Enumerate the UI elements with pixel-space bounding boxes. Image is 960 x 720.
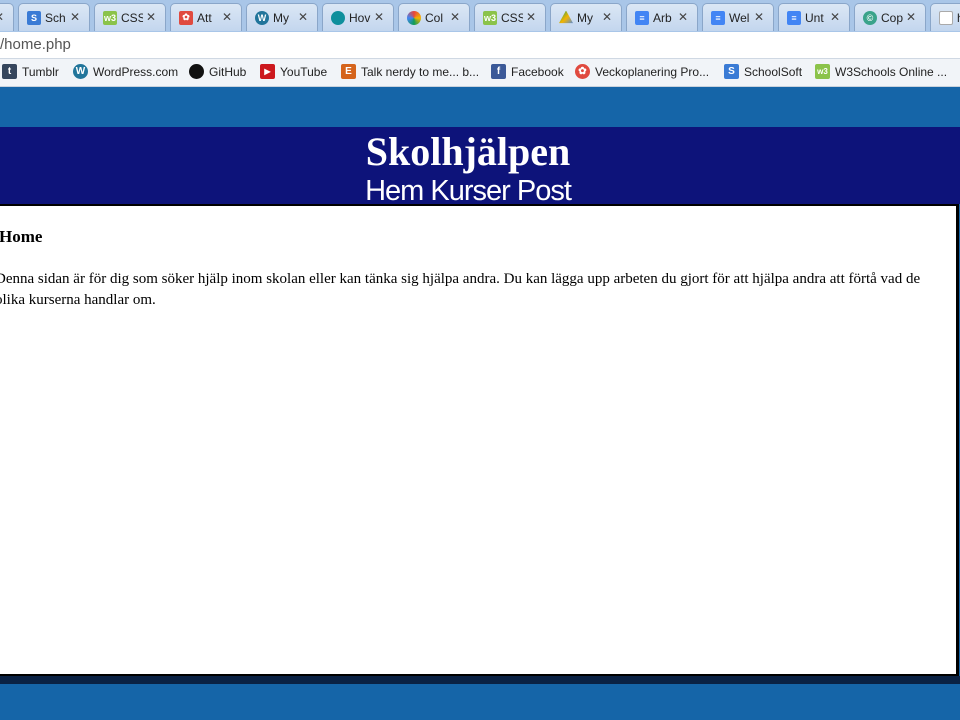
globe-icon: [331, 10, 345, 25]
web-page: Skolhjälpen Hem Kurser Post Home Denna s…: [0, 87, 960, 720]
browser-tab-strip: ✕ S Sch ✕ w3 CSS ✕ ✿ Att ✕ W My ✕ Hov ✕ …: [0, 0, 960, 32]
youtube-icon: ▶: [260, 64, 275, 79]
close-icon[interactable]: ✕: [906, 10, 916, 24]
w3schools-icon: w3: [103, 10, 117, 25]
close-icon[interactable]: ✕: [526, 10, 536, 24]
tab-label: My: [577, 10, 593, 25]
w3schools-icon: w3: [815, 64, 830, 79]
tab-label: My: [273, 10, 289, 25]
browser-tab[interactable]: ≡ Arb ✕: [626, 3, 698, 31]
tab-label: Arb: [653, 10, 672, 25]
google-docs-icon: ≡: [711, 10, 725, 25]
close-icon[interactable]: ✕: [830, 10, 840, 24]
browser-tab[interactable]: ✿ Att ✕: [170, 3, 242, 31]
bookmark-w3schools[interactable]: w3 W3Schools Online ...: [815, 64, 947, 79]
site-nav: Hem Kurser Post: [0, 176, 936, 206]
browser-tab[interactable]: Col ✕: [398, 3, 470, 31]
content-body: Denna sidan är för dig som söker hjälp i…: [0, 271, 921, 308]
page-icon: [939, 10, 953, 25]
browser-tab[interactable]: © Cop ✕: [854, 3, 926, 31]
tab-label: Unt: [805, 10, 824, 25]
paw-icon: ✿: [179, 10, 193, 25]
tab-label: Cop: [881, 10, 903, 25]
bookmark-label: GitHub: [209, 64, 247, 79]
site-header: Skolhjälpen Hem Kurser Post: [0, 127, 960, 206]
content-heading: Home: [0, 227, 43, 246]
bookmark-label: W3Schools Online ...: [835, 64, 948, 79]
browser-tab[interactable]: ≡ Wel ✕: [702, 3, 774, 31]
tab-label: CSS: [501, 10, 523, 25]
bookmark-tumblr[interactable]: t Tumblr: [2, 64, 59, 79]
browser-tab[interactable]: w3 CSS ✕: [474, 3, 546, 31]
github-icon: [189, 64, 204, 79]
bookmark-github[interactable]: GitHub: [189, 64, 246, 79]
close-icon[interactable]: ✕: [678, 10, 688, 24]
copy-icon: ©: [863, 10, 877, 25]
bookmark-label: Facebook: [511, 64, 564, 79]
tumblr-icon: t: [2, 64, 17, 79]
footer-divider: [0, 676, 960, 684]
nav-link-hem[interactable]: Hem: [365, 175, 424, 207]
facebook-icon: f: [491, 64, 506, 79]
browser-tab[interactable]: ✕: [0, 3, 14, 31]
paw-icon: ✿: [575, 64, 590, 79]
address-bar[interactable]: /home.php: [0, 32, 960, 59]
bookmark-label: Talk nerdy to me... b...: [361, 64, 480, 79]
close-icon[interactable]: ✕: [70, 10, 80, 24]
browser-tab[interactable]: S Sch ✕: [18, 3, 90, 31]
schoolsoft-icon: S: [724, 64, 739, 79]
site-title: Skolhjälpen: [365, 129, 571, 174]
browser-tab[interactable]: W My ✕: [246, 3, 318, 31]
schoolsoft-icon: S: [27, 10, 41, 25]
w3schools-icon: w3: [483, 10, 497, 25]
tab-label: Att: [197, 10, 212, 25]
wordpress-icon: W: [255, 10, 269, 25]
bookmark-label: Tumblr: [22, 64, 59, 79]
color-wheel-icon: [407, 10, 421, 25]
bookmark-label: SchoolSoft: [744, 64, 803, 79]
bookmark-label: Veckoplanering Pro...: [595, 64, 710, 79]
bookmarks-bar: t Tumblr W WordPress.com GitHub ▶ YouTub…: [0, 59, 960, 87]
nav-link-kurser[interactable]: Kurser: [430, 175, 510, 207]
browser-tab[interactable]: h: [930, 3, 960, 31]
close-icon[interactable]: ✕: [374, 10, 384, 24]
close-icon[interactable]: ✕: [754, 10, 764, 24]
close-icon[interactable]: ✕: [298, 10, 308, 24]
bookmark-label: WordPress.com: [93, 64, 179, 79]
close-icon[interactable]: ✕: [0, 10, 4, 24]
google-drive-icon: [559, 10, 573, 24]
tab-label: Hov: [349, 10, 371, 25]
wordpress-icon: W: [73, 64, 88, 79]
bookmark-veckoplanering[interactable]: ✿ Veckoplanering Pro...: [575, 64, 709, 79]
google-docs-icon: ≡: [787, 10, 801, 25]
tab-label: Col: [425, 10, 444, 25]
close-icon[interactable]: ✕: [222, 10, 232, 24]
browser-tab[interactable]: ≡ Unt ✕: [778, 3, 850, 31]
bookmark-etsy[interactable]: E Talk nerdy to me... b...: [341, 64, 479, 79]
close-icon[interactable]: ✕: [602, 10, 612, 24]
bookmark-facebook[interactable]: f Facebook: [491, 64, 564, 79]
tab-label: Wel: [729, 10, 750, 25]
google-docs-icon: ≡: [635, 10, 649, 25]
etsy-icon: E: [341, 64, 356, 79]
bookmark-label: YouTube: [280, 64, 328, 79]
browser-tab[interactable]: Hov ✕: [322, 3, 394, 31]
nav-link-post[interactable]: Post: [517, 175, 572, 207]
tab-label: CSS: [121, 10, 143, 25]
content-panel: Home Denna sidan är för dig som söker hj…: [0, 204, 959, 676]
url-text[interactable]: /home.php: [0, 36, 71, 53]
browser-tab[interactable]: w3 CSS ✕: [94, 3, 166, 31]
bookmark-schoolsoft[interactable]: S SchoolSoft: [724, 64, 802, 79]
bookmark-wordpress[interactable]: W WordPress.com: [73, 64, 178, 79]
bookmark-youtube[interactable]: ▶ YouTube: [260, 64, 327, 79]
close-icon[interactable]: ✕: [146, 10, 156, 24]
browser-tab[interactable]: My ✕: [550, 3, 622, 31]
close-icon[interactable]: ✕: [450, 10, 460, 24]
tab-label: Sch: [45, 10, 66, 25]
